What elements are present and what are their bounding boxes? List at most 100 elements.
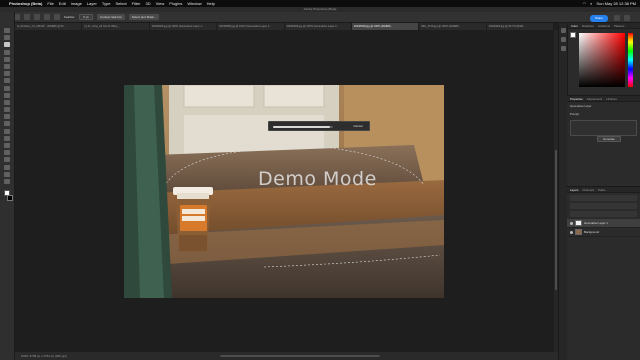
lasso-tool-icon[interactable] (4, 42, 10, 48)
frame-tool-icon[interactable] (4, 63, 10, 69)
eraser-tool-icon[interactable] (4, 107, 10, 113)
workspace-icon[interactable] (624, 15, 630, 21)
properties-layer-type: Generative Layer (570, 104, 592, 108)
path-select-tool-icon[interactable] (4, 150, 10, 156)
demo-mode-overlay: Demo Mode (258, 168, 377, 190)
menu-plugins[interactable]: Plugins (169, 1, 182, 6)
menu-app-name[interactable]: Photoshop (Beta) (9, 1, 42, 6)
new-selection-icon[interactable] (24, 14, 30, 20)
tab-document[interactable]: (r)-27_June_24 Out of Office_... (82, 23, 150, 30)
color-panel-tabs: Color Swatches Gradients Patterns (568, 23, 640, 29)
tab-adjustments[interactable]: Adjustments (587, 96, 602, 101)
marquee-tool-icon[interactable] (4, 35, 10, 41)
wifi-icon[interactable]: ◠ (583, 1, 587, 6)
brush-tool-icon[interactable] (4, 85, 10, 91)
search-icon[interactable]: ⌕ (590, 1, 592, 6)
clock-datetime[interactable]: Sun May 28 12:38 PM (596, 1, 636, 6)
tab-patterns[interactable]: Patterns (614, 23, 624, 28)
tools-panel (0, 12, 15, 360)
hand-tool-icon[interactable] (4, 164, 10, 170)
feather-label: Feather: (64, 15, 76, 19)
libraries-icon[interactable] (560, 46, 566, 51)
layer-name: Background (584, 230, 599, 234)
lock-row[interactable] (570, 211, 637, 217)
menu-type[interactable]: Type (102, 1, 111, 6)
menu-file[interactable]: File (47, 1, 53, 6)
tab-document[interactable]: hi_Drunken_C1_00FHP... (RGB/8) @ 52... (15, 23, 83, 30)
menu-window[interactable]: Window (187, 1, 201, 6)
gradient-tool-icon[interactable] (4, 114, 10, 120)
hue-slider[interactable] (628, 33, 633, 87)
scrollbar-thumb[interactable] (555, 150, 557, 290)
tab-paths[interactable]: Paths (598, 187, 605, 192)
background-color-swatch[interactable] (6, 195, 13, 202)
color-panel-fg-swatch[interactable] (570, 32, 576, 38)
tab-document[interactable]: 20230528.jpg @ 100% (Generative Layer 2.… (285, 23, 352, 30)
menu-image[interactable]: Image (71, 1, 82, 6)
feather-input[interactable]: 0 px (79, 14, 93, 20)
tab-libraries[interactable]: Libraries (606, 96, 617, 101)
visibility-eye-icon[interactable] (570, 221, 573, 225)
panel-icon-strip (558, 23, 567, 360)
tab-document[interactable]: 20230528.jpg @ 100% (Generative Layer 1.… (217, 23, 285, 30)
tab-document-active[interactable]: 20230528.jpg @ 100% (RGB/8)... (351, 23, 420, 30)
canvas-photo (124, 85, 444, 298)
search-icon[interactable] (614, 15, 620, 21)
move-tool-icon[interactable] (4, 28, 10, 33)
add-selection-icon[interactable] (34, 14, 40, 20)
menu-3d[interactable]: 3D (146, 1, 151, 6)
tab-document[interactable]: IMG_4720.jpg @ 100% (RGB/8)... (419, 23, 487, 30)
healing-brush-tool-icon[interactable] (4, 78, 10, 84)
properties-panel: Properties Adjustments Libraries Generat… (567, 95, 640, 185)
layer-filter-row[interactable] (570, 195, 637, 201)
layer-thumbnail (575, 229, 582, 235)
cancel-button[interactable]: Cancel (349, 123, 367, 129)
document-tabs: hi_Drunken_C1_00FHP... (RGB/8) @ 52... (… (15, 23, 554, 30)
history-brush-tool-icon[interactable] (4, 99, 10, 105)
menu-help[interactable]: Help (207, 1, 215, 6)
horizontal-scrollbar[interactable] (220, 355, 380, 357)
menu-layer[interactable]: Layer (87, 1, 97, 6)
history-icon[interactable] (560, 28, 566, 33)
object-select-tool-icon[interactable] (4, 49, 10, 55)
eyedropper-tool-icon[interactable] (4, 71, 10, 77)
type-tool-icon[interactable] (4, 143, 10, 148)
dodge-tool-icon[interactable] (4, 128, 10, 134)
tab-swatches[interactable]: Swatches (582, 23, 594, 28)
subtract-selection-icon[interactable] (44, 14, 50, 20)
prompt-input[interactable] (570, 120, 637, 136)
document-canvas[interactable] (124, 85, 444, 298)
tab-document[interactable]: 20230926.jpg @ 100% (Generative Layer 1.… (150, 23, 218, 30)
menu-edit[interactable]: Edit (59, 1, 66, 6)
tab-layers[interactable]: Layers (570, 187, 578, 192)
crop-tool-icon[interactable] (4, 56, 10, 62)
tab-color[interactable]: Color (571, 23, 578, 28)
visibility-eye-icon[interactable] (570, 230, 573, 234)
generate-button[interactable]: Generate (597, 136, 621, 142)
clone-stamp-tool-icon[interactable] (4, 92, 10, 98)
color-picker-field[interactable] (579, 33, 625, 87)
select-and-mask-button[interactable]: Select and Mask... (128, 14, 160, 20)
tab-document[interactable]: 20230926.jpg @ 66.7% (RGB... (487, 23, 554, 30)
tab-properties[interactable]: Properties (570, 96, 583, 101)
menu-view[interactable]: View (156, 1, 165, 6)
context-taskbar-button[interactable]: Context task bar (96, 14, 125, 20)
layer-item[interactable]: Generative Layer 1 (567, 219, 640, 228)
tab-gradients[interactable]: Gradients (598, 23, 610, 28)
layer-thumbnail (575, 220, 582, 226)
generation-progress-dialog: Cancel (268, 121, 370, 131)
zoom-tool-icon[interactable] (4, 171, 10, 177)
prompt-label: Prompt (570, 112, 580, 116)
tab-channels[interactable]: Channels (582, 187, 594, 192)
shape-tool-icon[interactable] (4, 157, 10, 163)
share-button[interactable]: Share (590, 15, 608, 22)
menu-select[interactable]: Select (116, 1, 127, 6)
adjustments-icon[interactable] (560, 37, 566, 42)
pen-tool-icon[interactable] (4, 135, 10, 141)
menu-filter[interactable]: Filter (132, 1, 141, 6)
blend-mode-row[interactable] (570, 203, 637, 209)
blur-tool-icon[interactable] (4, 121, 10, 127)
more-tools-icon[interactable] (4, 178, 10, 184)
intersect-selection-icon[interactable] (54, 14, 60, 20)
layer-item[interactable]: Background (567, 228, 640, 237)
